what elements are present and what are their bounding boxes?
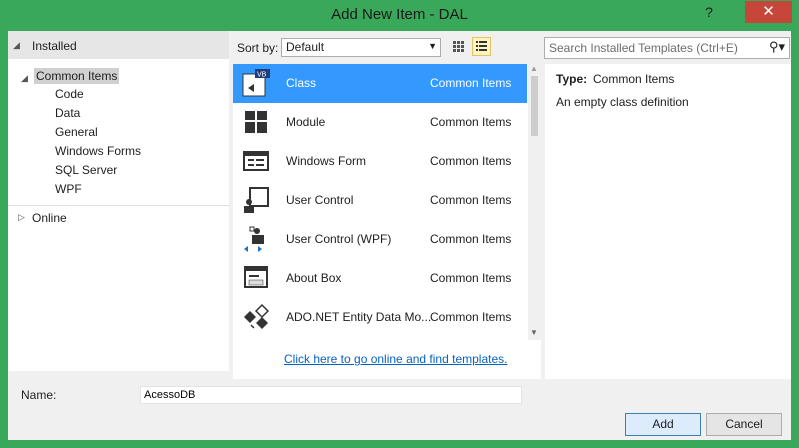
tree-item-windows-forms[interactable]: Windows Forms [55,144,141,158]
help-button[interactable]: ? [700,4,718,24]
cancel-button[interactable]: Cancel [706,413,782,436]
template-name: User Control (WPF) [286,232,392,246]
template-category: Common Items [430,310,512,324]
name-label: Name: [21,388,57,402]
template-row-windows-form[interactable]: Windows Form Common Items [233,142,527,181]
template-name: Module [286,115,326,129]
template-category: Common Items [430,115,512,129]
wpf-user-control-icon [244,226,264,252]
template-row-user-control[interactable]: User Control Common Items [233,181,527,220]
template-row-about-box[interactable]: About Box Common Items [233,259,527,298]
tree-divider [8,205,229,206]
template-row-class[interactable]: VB Class Common Items [233,64,527,103]
template-description: An empty class definition [556,95,689,109]
template-list-scrollbar[interactable]: ▲ ▼ [528,64,541,340]
list-view-icon [476,41,487,51]
sort-by-label: Sort by: [237,41,279,55]
template-name: User Control [286,193,354,207]
scrollbar-thumb[interactable] [531,76,538,136]
add-button[interactable]: Add [625,413,701,436]
grid-view-icon [453,41,464,52]
tree-item-online[interactable]: Online [32,211,67,225]
template-category: Common Items [430,193,512,207]
tree-item-general[interactable]: General [55,125,98,139]
vb-class-icon: VB [242,69,270,97]
medium-icons-view-button[interactable] [449,37,468,56]
tree-item-data[interactable]: Data [55,106,80,120]
template-details-pane: Type: Common Items An empty class defini… [545,64,791,379]
template-category: Common Items [430,271,512,285]
svg-text:VB: VB [257,72,267,79]
template-row-module[interactable]: Module Common Items [233,103,527,142]
collapse-arrow-icon[interactable]: ◢ [13,40,20,51]
tree-item-wpf[interactable]: WPF [55,182,82,196]
template-name: Class [286,76,317,90]
sort-by-value: Default [286,40,325,54]
template-category: Common Items [430,232,512,246]
search-placeholder: Search Installed Templates (Ctrl+E) [549,41,738,55]
dialog-body: ◢ Installed ◢ Common Items Code Data Gen… [8,31,791,440]
online-templates-link[interactable]: Click here to go online and find templat… [284,352,507,366]
chevron-down-icon: ▼ [428,41,437,51]
add-new-item-dialog: Add New Item - DAL ? ✕ ◢ Installed ◢ Com… [0,0,799,448]
template-name: Windows Form [286,154,367,168]
template-row-user-control-wpf[interactable]: User Control (WPF) Common Items [233,220,527,259]
tree-item-code[interactable]: Code [55,87,84,101]
expand-arrow-icon[interactable]: ▷ [18,212,25,223]
template-category: Common Items [430,76,512,90]
search-templates-input[interactable]: Search Installed Templates (Ctrl+E) ⚲▾ [544,37,790,59]
type-value: Common Items [593,72,675,86]
name-input[interactable] [141,388,517,402]
tree-item-installed[interactable]: Installed [32,39,77,53]
template-list: VB Class Common Items Module Common Item… [233,64,541,379]
template-tree: ◢ Installed ◢ Common Items Code Data Gen… [8,31,229,371]
template-name: ADO.NET Entity Data Mo... [286,310,432,324]
windows-form-icon [243,151,269,171]
list-view-button[interactable] [472,37,491,56]
search-icon[interactable]: ⚲▾ [769,39,785,55]
name-field[interactable] [140,386,522,404]
entity-data-model-icon [244,303,270,329]
template-name: About Box [286,271,342,285]
expand-arrow-icon[interactable]: ◢ [21,73,28,84]
about-box-icon [244,266,268,288]
dialog-title: Add New Item - DAL [331,6,468,23]
title-bar[interactable]: Add New Item - DAL ? ✕ [0,0,799,30]
template-row-entity-data-model[interactable]: ADO.NET Entity Data Mo... Common Items [233,298,527,337]
close-button[interactable]: ✕ [745,1,792,23]
template-category: Common Items [430,154,512,168]
scroll-up-icon[interactable]: ▲ [530,64,538,73]
type-label: Type: [556,72,588,86]
user-control-icon [244,187,269,213]
sort-by-select[interactable]: Default ▼ [281,38,441,57]
module-icon [245,111,267,133]
tree-item-sql-server[interactable]: SQL Server [55,163,117,177]
tree-item-common-items[interactable]: Common Items [34,68,120,84]
scroll-down-icon[interactable]: ▼ [530,328,538,337]
installed-header[interactable]: ◢ Installed [8,31,229,59]
